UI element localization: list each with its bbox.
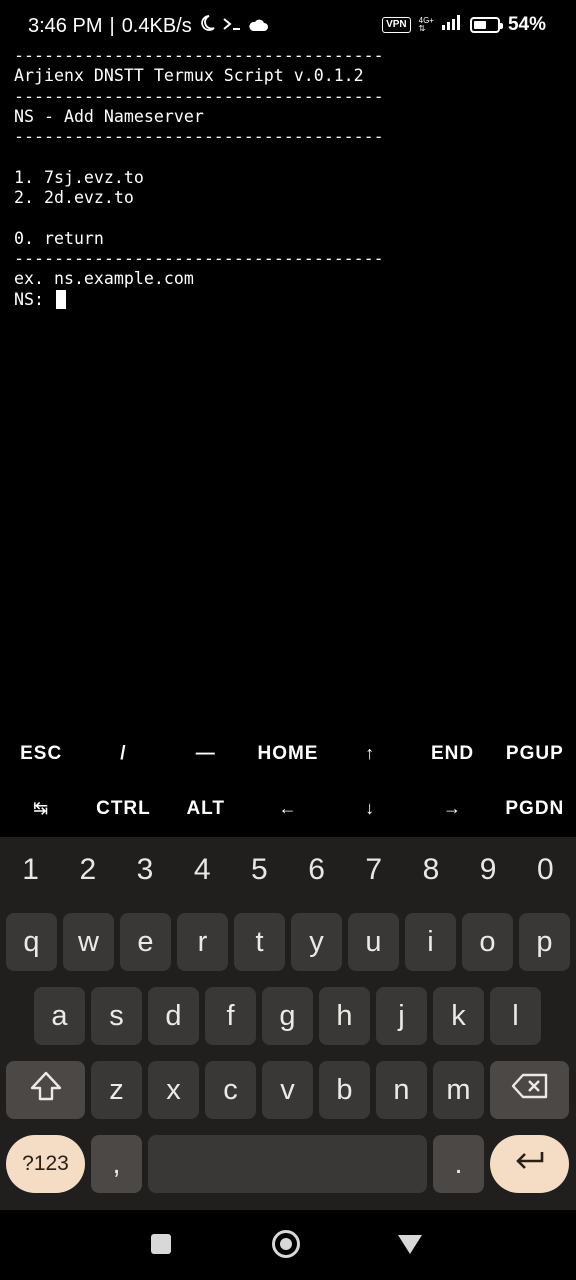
terminal-prompt: NS: [14,289,54,309]
number-key-8[interactable]: 8 [402,837,459,903]
key-x[interactable]: x [148,1061,199,1119]
terminal-line: ex. ns.example.com [14,269,194,289]
end-key[interactable]: END [411,726,493,781]
enter-icon [513,1148,547,1181]
ctrl-key[interactable]: CTRL [82,781,164,836]
shift-key[interactable] [6,1061,85,1119]
key-b[interactable]: b [319,1061,370,1119]
key-n[interactable]: n [376,1061,427,1119]
terminal-line: ------------------------------------- [14,46,384,65]
status-right: VPN 4G+ ⇅ 54% [382,14,546,36]
key-u[interactable]: u [348,913,399,971]
arrow-right-key[interactable]: → [411,781,493,836]
key-t[interactable]: t [234,913,285,971]
pgup-key[interactable]: PGUP [494,726,576,781]
terminal-cursor [55,289,66,309]
key-q[interactable]: q [6,913,57,971]
number-key-0[interactable]: 0 [517,837,574,903]
esc-key[interactable]: ESC [0,726,82,781]
number-row: 1234567890 [0,837,576,903]
key-s[interactable]: s [91,987,142,1045]
space-bar[interactable] [148,1135,427,1193]
number-key-2[interactable]: 2 [59,837,116,903]
extra-keys-bar: ESC / — HOME ↑ END PGUP ↹ CTRL ALT ← ↓ →… [0,726,576,836]
key-y[interactable]: y [291,913,342,971]
key-j[interactable]: j [376,987,427,1045]
status-bar: 3:46 PM | 0.4KB/s VPN 4G+ ⇅ 54% [0,0,576,52]
terminal-line: ------------------------------------- [14,127,384,147]
extra-keys-row-1: ESC / — HOME ↑ END PGUP [0,726,576,781]
period-key[interactable]: . [433,1135,484,1193]
shift-icon [29,1070,63,1110]
moon-icon [198,14,216,38]
arrow-down-key[interactable]: ↓ [329,781,411,836]
number-key-7[interactable]: 7 [345,837,402,903]
status-left: 3:46 PM | 0.4KB/s [28,14,268,38]
key-w[interactable]: w [63,913,114,971]
key-r[interactable]: r [177,913,228,971]
arrow-up-key[interactable]: ↑ [329,726,411,781]
number-key-5[interactable]: 5 [231,837,288,903]
key-k[interactable]: k [433,987,484,1045]
key-h[interactable]: h [319,987,370,1045]
network-type: 4G+ ⇅ [418,16,434,33]
home-key[interactable]: HOME [247,726,329,781]
home-icon[interactable] [272,1230,300,1258]
number-key-4[interactable]: 4 [174,837,231,903]
key-f[interactable]: f [205,987,256,1045]
key-l[interactable]: l [490,987,541,1045]
signal-icon [441,14,462,36]
key-i[interactable]: i [405,913,456,971]
key-o[interactable]: o [462,913,513,971]
key-p[interactable]: p [519,913,570,971]
pgdn-key[interactable]: PGDN [494,781,576,836]
terminal-line: ------------------------------------- [14,248,384,268]
number-key-6[interactable]: 6 [288,837,345,903]
battery-percent: 54% [507,14,546,35]
recents-icon[interactable] [151,1234,171,1254]
network-speed: 0.4KB/s [121,14,192,37]
back-icon[interactable] [398,1235,422,1254]
backspace-icon [511,1072,549,1108]
terminal-output[interactable]: ------------------------------------- Arj… [14,46,574,310]
key-a[interactable]: a [34,987,85,1045]
number-key-3[interactable]: 3 [116,837,173,903]
key-g[interactable]: g [262,987,313,1045]
battery-icon [469,17,503,33]
tab-key[interactable]: ↹ [0,781,82,836]
key-d[interactable]: d [148,987,199,1045]
dash-key[interactable]: — [165,726,247,781]
key-z[interactable]: z [91,1061,142,1119]
vpn-icon: VPN [382,17,411,33]
comma-key[interactable]: , [91,1135,142,1193]
terminal-icon [222,15,242,38]
extra-keys-row-2: ↹ CTRL ALT ← ↓ → PGDN [0,781,576,836]
cloud-icon [248,15,268,38]
key-m[interactable]: m [433,1061,484,1119]
number-key-9[interactable]: 9 [460,837,517,903]
terminal-line: Arjienx DNSTT Termux Script v.0.1.2 [14,66,364,86]
terminal-line: 0. return [14,228,104,248]
terminal-line: 2. 2d.evz.to [14,188,134,208]
terminal-line: 1. 7sj.evz.to [14,167,144,187]
arrow-left-key[interactable]: ← [247,781,329,836]
terminal-line: ------------------------------------- [14,86,384,106]
key-v[interactable]: v [262,1061,313,1119]
key-e[interactable]: e [120,913,171,971]
terminal-prompt-line[interactable]: NS: [14,289,574,310]
backspace-key[interactable] [490,1061,569,1119]
soft-keyboard: 1234567890 ?123 , . qwertyuiop asdfghjkl z… [0,837,576,1210]
symbols-key[interactable]: ?123 [6,1135,85,1193]
navigation-bar [0,1210,576,1280]
slash-key[interactable]: / [82,726,164,781]
key-c[interactable]: c [205,1061,256,1119]
status-time: 3:46 PM [28,14,103,37]
number-key-1[interactable]: 1 [2,837,59,903]
terminal-line: NS - Add Nameserver [14,106,204,126]
enter-key[interactable] [490,1135,569,1193]
alt-key[interactable]: ALT [165,781,247,836]
